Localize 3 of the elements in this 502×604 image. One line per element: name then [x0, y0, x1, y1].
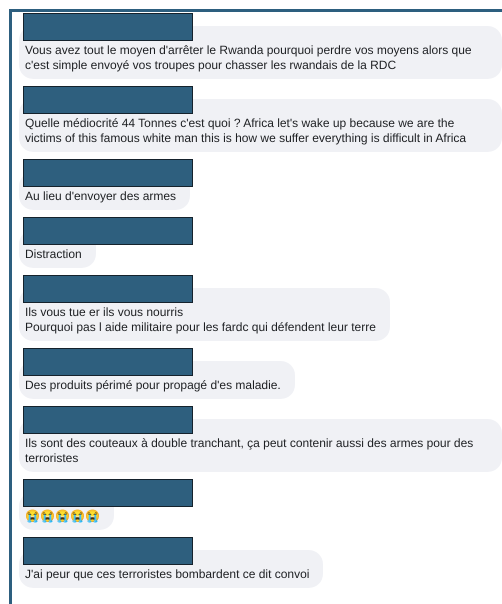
comment-text: Ils sont des couteaux à double tranchant, ça peut contenir aussi des armes pour des terroristes: [19, 419, 502, 472]
comment-text: Vous avez tout le moyen d'arrêter le Rwanda pourquoi perdre vos moyens alors que c'est simple envoyé vos troupes pour chasser les rwandais de la RDC: [19, 26, 502, 79]
comment-text: Quelle médiocrité 44 Tonnes c'est quoi ? Africa let's wake up because we are the victims of this famous white man this is how we suffer everything is difficult in Africa: [19, 99, 502, 152]
